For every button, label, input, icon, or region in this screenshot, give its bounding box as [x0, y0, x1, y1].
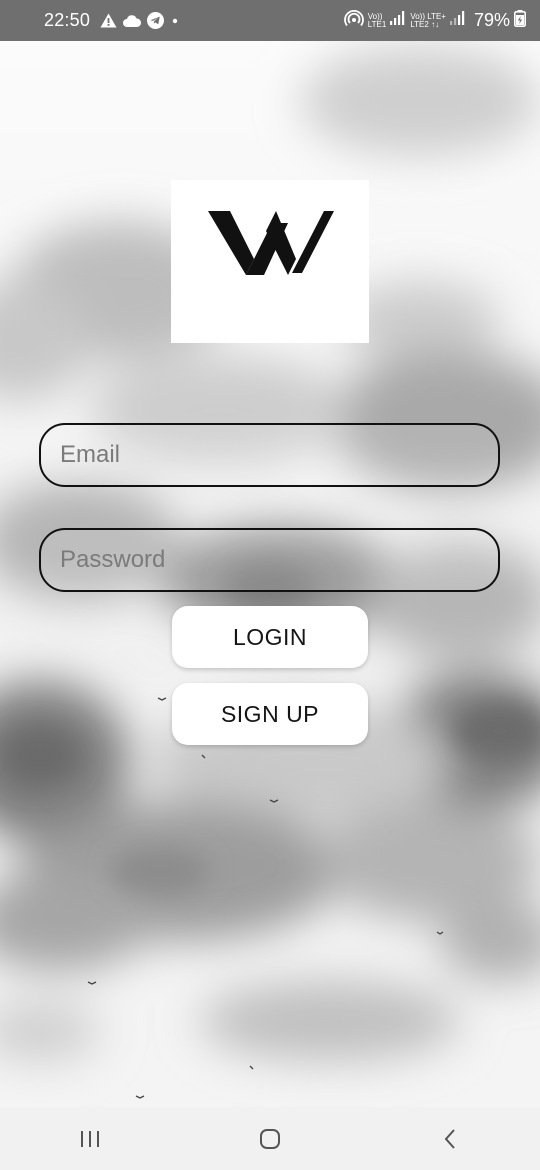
- home-button[interactable]: [230, 1128, 310, 1150]
- system-status-icons: Vo)) LTE1 Vo)) LTE+ LTE2 ↑↓ 79%: [343, 9, 526, 32]
- signup-button[interactable]: SIGN UP: [172, 683, 368, 745]
- sim1-network-label: Vo)) LTE1: [367, 12, 387, 29]
- back-button[interactable]: [410, 1128, 490, 1150]
- battery-percent: 79%: [473, 10, 510, 30]
- dot-icon: [170, 16, 180, 26]
- recents-icon: [81, 1130, 99, 1147]
- sim2-network-label: Vo)) LTE+ LTE2 ↑↓: [410, 12, 446, 29]
- status-bar: 22:50 Vo)) LTE1 Vo)) LTE+ LTE2 ↑↓ 79%: [0, 0, 540, 41]
- home-icon: [260, 1128, 280, 1149]
- status-time: 22:50: [44, 10, 91, 30]
- sim1-network-bottom: LTE1: [367, 19, 387, 29]
- password-field[interactable]: [39, 528, 500, 592]
- signal-icon: [390, 11, 406, 30]
- warning-icon: [100, 13, 117, 28]
- email-field[interactable]: [39, 423, 500, 487]
- hotspot-icon: [343, 9, 364, 32]
- notification-icons: [100, 12, 180, 29]
- login-button[interactable]: LOGIN: [172, 606, 368, 668]
- signal-icon: [449, 11, 466, 30]
- telegram-icon: [147, 12, 165, 29]
- battery-charging-icon: [514, 9, 526, 32]
- password-input[interactable]: [41, 530, 498, 590]
- recents-button[interactable]: [50, 1129, 130, 1149]
- cloud-icon: [123, 14, 142, 27]
- email-input[interactable]: [41, 425, 498, 485]
- w-logo-icon: [208, 210, 334, 275]
- sim2-network-bottom: LTE2 ↑↓: [410, 19, 440, 29]
- app-logo: [171, 180, 369, 343]
- back-icon: [444, 1128, 455, 1149]
- system-nav-bar: [0, 1107, 540, 1170]
